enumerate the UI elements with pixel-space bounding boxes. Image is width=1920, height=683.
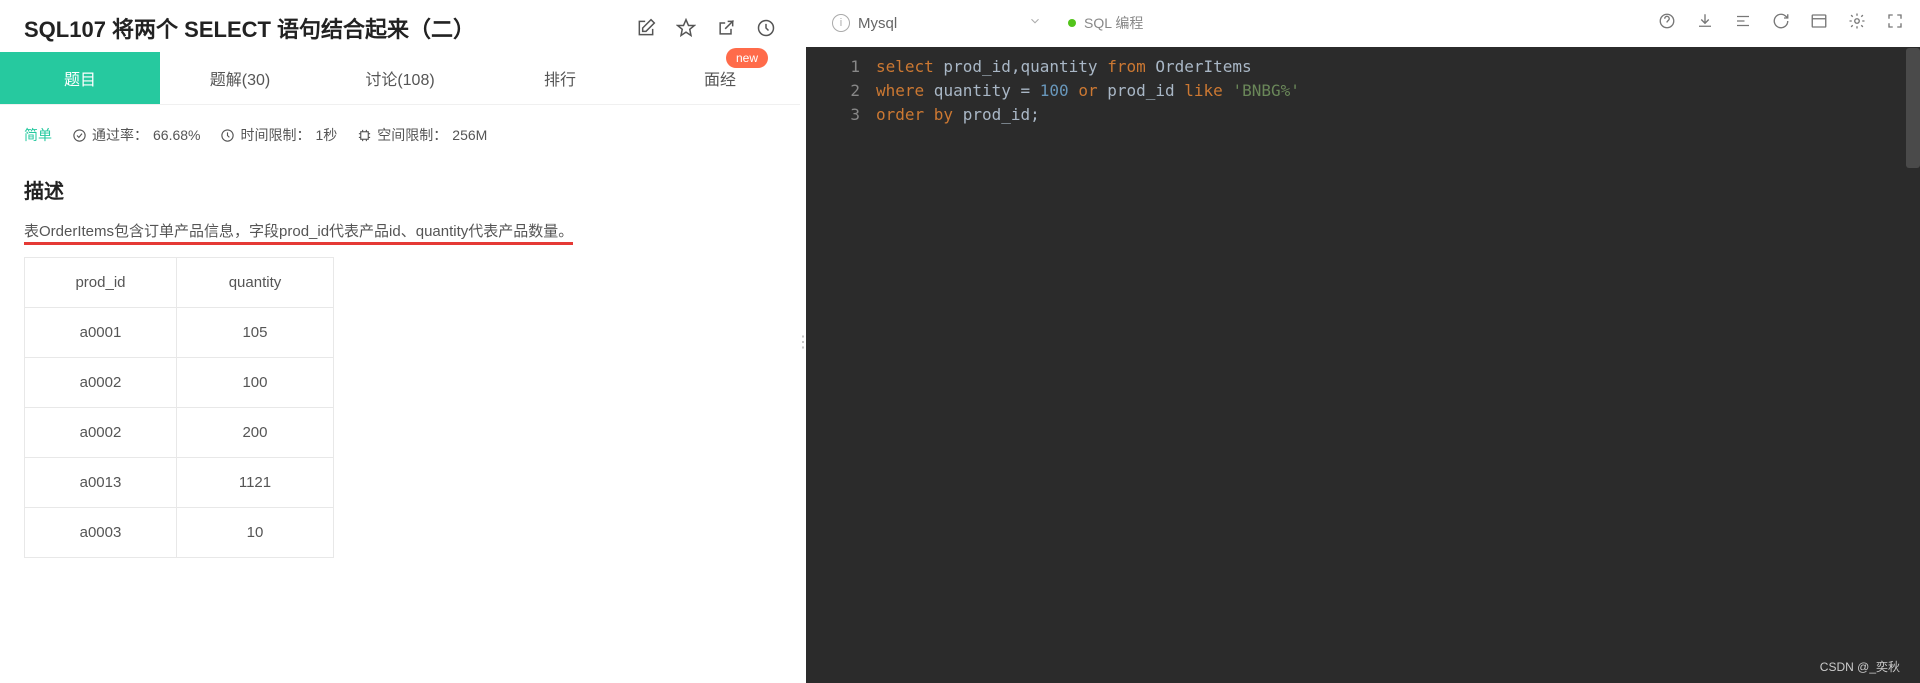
table-row: a0001105	[25, 308, 334, 358]
language-selector[interactable]: i Mysql	[822, 8, 1052, 38]
fullscreen-icon[interactable]	[1886, 12, 1904, 35]
clock-icon	[220, 128, 235, 143]
download-icon[interactable]	[1696, 12, 1714, 35]
editor-scrollbar[interactable]	[1906, 48, 1920, 168]
star-icon[interactable]	[676, 18, 696, 38]
section-title-desc: 描述	[24, 175, 776, 204]
help-icon[interactable]	[1658, 12, 1676, 35]
problem-content: 简单 通过率： 66.68% 时间限制： 1秒 空间限制： 256M 描述 表O…	[0, 105, 800, 683]
table-row: a0002100	[25, 358, 334, 408]
tab-interview[interactable]: 面经	[640, 52, 800, 104]
project-label: SQL 编程	[1068, 13, 1143, 33]
tabs: 题目 题解(30) 讨论(108) 排行 面经 new	[0, 52, 800, 105]
problem-title: SQL107 将两个 SELECT 语句结合起来（二）	[24, 12, 636, 44]
info-icon: i	[832, 14, 850, 32]
tab-problem[interactable]: 题目	[0, 52, 160, 104]
tab-rank[interactable]: 排行	[480, 52, 640, 104]
data-table: prod_idquantity a0001105a0002100a0002200…	[24, 257, 334, 558]
tab-discuss[interactable]: 讨论(108)	[320, 52, 480, 104]
external-link-icon[interactable]	[716, 18, 736, 38]
table-header: prod_id	[25, 258, 177, 308]
table-header: quantity	[176, 258, 333, 308]
clock-icon[interactable]	[756, 18, 776, 38]
tab-solution[interactable]: 题解(30)	[160, 52, 320, 104]
time-limit: 时间限制： 1秒	[220, 125, 337, 145]
difficulty-label: 简单	[24, 125, 52, 145]
description-text: 表OrderItems包含订单产品信息，字段prod_id代表产品id、quan…	[24, 220, 776, 241]
status-dot-icon	[1068, 19, 1076, 27]
pass-rate: 通过率： 66.68%	[72, 125, 200, 145]
check-icon	[72, 128, 87, 143]
code-editor[interactable]: 123 select prod_id,quantity from OrderIt…	[806, 47, 1920, 683]
table-row: a00131121	[25, 458, 334, 508]
refresh-icon[interactable]	[1772, 12, 1790, 35]
space-limit: 空间限制： 256M	[357, 125, 487, 145]
new-badge: new	[726, 48, 768, 68]
chevron-down-icon	[1028, 14, 1042, 32]
layout-icon[interactable]	[1810, 12, 1828, 35]
memory-icon	[357, 128, 372, 143]
edit-icon[interactable]	[636, 18, 656, 38]
settings-icon[interactable]	[1848, 12, 1866, 35]
watermark: CSDN @_奕秋	[1820, 658, 1900, 675]
format-icon[interactable]	[1734, 12, 1752, 35]
table-row: a000310	[25, 508, 334, 558]
table-row: a0002200	[25, 408, 334, 458]
